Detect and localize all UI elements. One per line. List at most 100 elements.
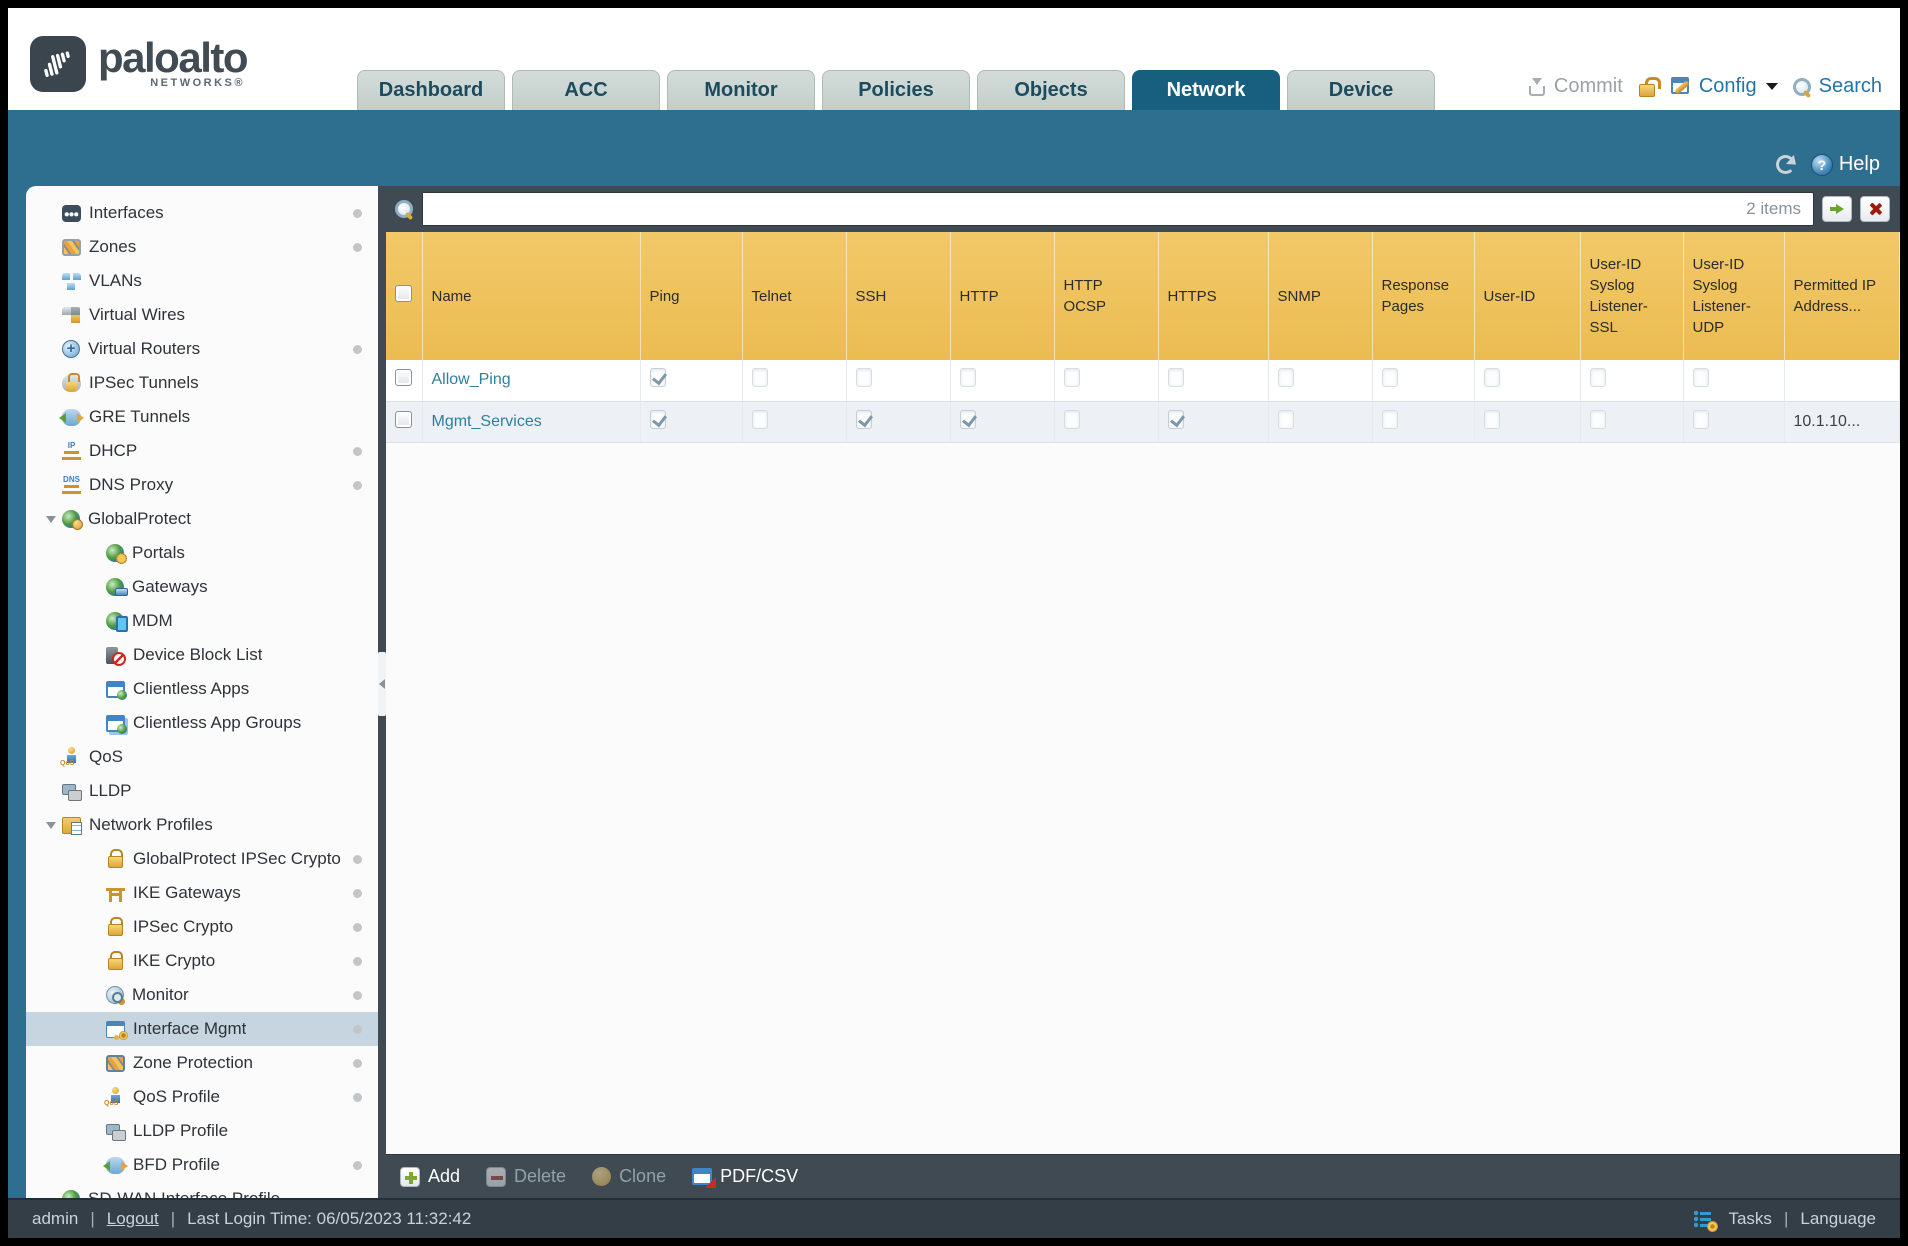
sidebar-item-virtual-routers[interactable]: Virtual Routers <box>26 332 378 366</box>
checked-checkbox[interactable] <box>649 409 666 429</box>
unchecked-checkbox[interactable] <box>855 368 872 388</box>
tab-policies[interactable]: Policies <box>822 70 971 110</box>
expander-triangle-icon[interactable] <box>40 515 62 523</box>
zones-icon <box>62 238 81 256</box>
unchecked-checkbox[interactable] <box>751 368 768 388</box>
unchecked-checkbox[interactable] <box>1277 368 1294 388</box>
unchecked-checkbox[interactable] <box>1692 368 1709 388</box>
commit-button[interactable]: Commit <box>1527 75 1623 98</box>
sidebar-item-virtual-wires[interactable]: Virtual Wires <box>26 298 378 332</box>
sidebar-item-ipsec-crypto[interactable]: IPSec Crypto <box>26 910 378 944</box>
column-header-name[interactable]: Name <box>422 232 641 360</box>
sidebar-item-clientless-app-groups[interactable]: Clientless App Groups <box>26 706 378 740</box>
sidebar-item-device-block-list[interactable]: Device Block List <box>26 638 378 672</box>
column-header-ping[interactable]: Ping <box>640 232 743 360</box>
unchecked-checkbox[interactable] <box>1381 368 1398 388</box>
sidebar-item-dns-proxy[interactable]: DNS Proxy <box>26 468 378 502</box>
sidebar-item-interfaces[interactable]: Interfaces <box>26 196 378 230</box>
sidebar-item-vlans[interactable]: VLANs <box>26 264 378 298</box>
sidebar-item-mdm[interactable]: MDM <box>26 604 378 638</box>
tab-acc[interactable]: ACC <box>512 70 661 110</box>
sidebar-item-monitor[interactable]: Monitor <box>26 978 378 1012</box>
column-header-response-pages[interactable]: Response Pages <box>1372 232 1475 360</box>
sidebar-item-globalprotect-ipsec-crypto[interactable]: GlobalProtect IPSec Crypto <box>26 842 378 876</box>
sidebar-item-zones[interactable]: Zones <box>26 230 378 264</box>
unchecked-checkbox[interactable] <box>1483 409 1500 429</box>
sidebar-item-globalprotect[interactable]: GlobalProtect <box>26 502 378 536</box>
unchecked-checkbox[interactable] <box>1167 368 1184 388</box>
config-menu-button[interactable]: Config <box>1670 75 1778 98</box>
pdf-csv-button[interactable]: PDF/CSV <box>692 1166 798 1188</box>
checked-checkbox[interactable] <box>855 409 872 429</box>
refresh-button[interactable] <box>1775 155 1795 174</box>
column-header-user-id[interactable]: User-ID <box>1474 232 1581 360</box>
unchecked-checkbox[interactable] <box>1381 409 1398 429</box>
sidebar-item-gateways[interactable]: Gateways <box>26 570 378 604</box>
column-header-snmp[interactable]: SNMP <box>1268 232 1373 360</box>
lock-icon[interactable] <box>1637 76 1661 97</box>
unchecked-checkbox[interactable] <box>1589 368 1606 388</box>
tasks-button[interactable]: Tasks <box>1728 1209 1771 1229</box>
sidebar-item-ike-gateways[interactable]: IKE Gateways <box>26 876 378 910</box>
sidebar-item-interface-mgmt[interactable]: Interface Mgmt <box>26 1012 378 1046</box>
globalprotect-icon <box>62 510 83 530</box>
column-header-https[interactable]: HTTPS <box>1158 232 1269 360</box>
logout-link[interactable]: Logout <box>107 1209 159 1229</box>
sidebar-item-zone-protection[interactable]: Zone Protection <box>26 1046 378 1080</box>
delete-button[interactable]: Delete <box>486 1166 566 1187</box>
apply-filter-button[interactable] <box>1822 196 1852 222</box>
checked-checkbox[interactable] <box>649 368 666 388</box>
search-button[interactable]: Search <box>1792 75 1882 98</box>
column-header-uid-syslog-ssl[interactable]: User-ID Syslog Listener-SSL <box>1580 232 1684 360</box>
sidebar-item-dhcp[interactable]: DHCP <box>26 434 378 468</box>
row-checkbox[interactable] <box>395 369 412 387</box>
unchecked-checkbox[interactable] <box>1692 409 1709 429</box>
sidebar-item-sd-wan-interface-profile[interactable]: SD-WAN Interface Profile <box>26 1182 378 1198</box>
select-all-checkbox[interactable] <box>395 284 412 302</box>
checked-checkbox[interactable] <box>1167 409 1184 429</box>
unchecked-checkbox[interactable] <box>751 409 768 429</box>
status-dot <box>353 1058 362 1068</box>
add-button[interactable]: Add <box>400 1166 460 1187</box>
sidebar-item-qos[interactable]: QoS <box>26 740 378 774</box>
sidebar-item-network-profiles[interactable]: Network Profiles <box>26 808 378 842</box>
profile-name-link[interactable]: Allow_Ping <box>432 371 511 388</box>
sidebar-item-ike-crypto[interactable]: IKE Crypto <box>26 944 378 978</box>
column-header-telnet[interactable]: Telnet <box>742 232 847 360</box>
row-checkbox[interactable] <box>395 410 412 428</box>
language-button[interactable]: Language <box>1800 1209 1876 1229</box>
unchecked-checkbox[interactable] <box>1589 409 1606 429</box>
tab-dashboard[interactable]: Dashboard <box>357 70 506 110</box>
sidebar-item-qos-profile[interactable]: QoS Profile <box>26 1080 378 1114</box>
clone-button[interactable]: Clone <box>592 1166 666 1187</box>
filter-input[interactable] <box>423 193 1747 225</box>
checked-checkbox[interactable] <box>959 409 976 429</box>
unchecked-checkbox[interactable] <box>1063 368 1080 388</box>
unchecked-checkbox[interactable] <box>1063 409 1080 429</box>
sidebar-item-clientless-apps[interactable]: Clientless Apps <box>26 672 378 706</box>
column-header-http[interactable]: HTTP <box>950 232 1055 360</box>
sidebar-item-portals[interactable]: Portals <box>26 536 378 570</box>
tab-monitor[interactable]: Monitor <box>667 70 816 110</box>
sidebar-item-lldp-profile[interactable]: LLDP Profile <box>26 1114 378 1148</box>
tab-objects[interactable]: Objects <box>977 70 1126 110</box>
unchecked-checkbox[interactable] <box>959 368 976 388</box>
help-button[interactable]: ? Help <box>1810 153 1880 176</box>
sidebar-item-label: SD-WAN Interface Profile <box>88 1189 280 1198</box>
unchecked-checkbox[interactable] <box>1277 409 1294 429</box>
sidebar-item-ipsec-tunnels[interactable]: IPSec Tunnels <box>26 366 378 400</box>
column-header-http-ocsp[interactable]: HTTP OCSP <box>1054 232 1159 360</box>
unchecked-checkbox[interactable] <box>1483 368 1500 388</box>
tab-network[interactable]: Network <box>1132 70 1281 110</box>
sidebar-item-bfd-profile[interactable]: BFD Profile <box>26 1148 378 1182</box>
tab-device[interactable]: Device <box>1287 70 1436 110</box>
sidebar-item-lldp[interactable]: LLDP <box>26 774 378 808</box>
sidebar-collapse-handle[interactable] <box>378 186 386 1198</box>
expander-triangle-icon[interactable] <box>40 821 62 829</box>
column-header-ssh[interactable]: SSH <box>846 232 951 360</box>
clear-filter-button[interactable] <box>1860 196 1890 222</box>
column-header-permitted-ip[interactable]: Permitted IP Address... <box>1784 232 1900 360</box>
profile-name-link[interactable]: Mgmt_Services <box>432 413 542 430</box>
column-header-uid-syslog-udp[interactable]: User-ID Syslog Listener-UDP <box>1683 232 1785 360</box>
sidebar-item-gre-tunnels[interactable]: GRE Tunnels <box>26 400 378 434</box>
